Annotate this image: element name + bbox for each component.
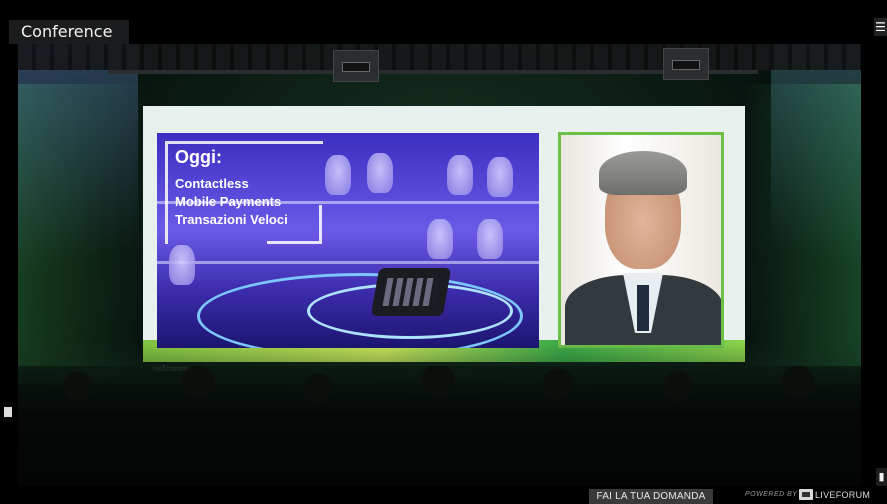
speaker-video bbox=[558, 132, 724, 348]
speaker-hair bbox=[599, 151, 687, 195]
hamburger-menu-icon[interactable]: ☰ bbox=[874, 18, 887, 36]
stage-light bbox=[333, 50, 379, 82]
top-bar bbox=[0, 0, 887, 44]
lucky-cat-figurine bbox=[447, 155, 473, 195]
side-marker-icon bbox=[4, 407, 12, 417]
brand-label: LIVEFORUM bbox=[815, 490, 871, 500]
stage-light bbox=[663, 48, 709, 80]
liveforum-logo-icon bbox=[799, 489, 813, 500]
powered-by-label: POWERED BY bbox=[745, 491, 798, 498]
lighting-truss-bar bbox=[108, 70, 758, 74]
slide-line: Transazioni Veloci bbox=[175, 212, 288, 227]
payment-terminal bbox=[370, 268, 452, 316]
light-beam-right bbox=[771, 44, 861, 344]
lucky-cat-figurine bbox=[169, 245, 195, 285]
side-toggle-icon[interactable]: ▮ bbox=[876, 468, 887, 486]
speaker-tie bbox=[637, 285, 649, 331]
lucky-cat-figurine bbox=[427, 219, 453, 259]
lucky-cat-figurine bbox=[367, 153, 393, 193]
light-beam-left bbox=[18, 44, 138, 344]
ask-question-button[interactable]: FAI LA TUA DOMANDA bbox=[589, 489, 713, 504]
shelf bbox=[157, 261, 539, 264]
app-title: Conference bbox=[9, 20, 129, 44]
slide-line: Mobile Payments bbox=[175, 194, 282, 209]
lighting-truss bbox=[18, 44, 861, 70]
video-stage[interactable]: Oggi: Contactless Mobile Payments Transa… bbox=[18, 44, 861, 486]
slide-heading: Oggi: bbox=[175, 147, 222, 167]
slide-video-panel: Oggi: Contactless Mobile Payments Transa… bbox=[157, 133, 539, 348]
lucky-cat-figurine bbox=[487, 157, 513, 197]
lucky-cat-figurine bbox=[477, 219, 503, 259]
slide-line: Contactless bbox=[175, 176, 249, 191]
lucky-cat-figurine bbox=[325, 155, 351, 195]
audience-silhouettes bbox=[18, 366, 861, 486]
presentation-screen: Oggi: Contactless Mobile Payments Transa… bbox=[143, 106, 745, 373]
